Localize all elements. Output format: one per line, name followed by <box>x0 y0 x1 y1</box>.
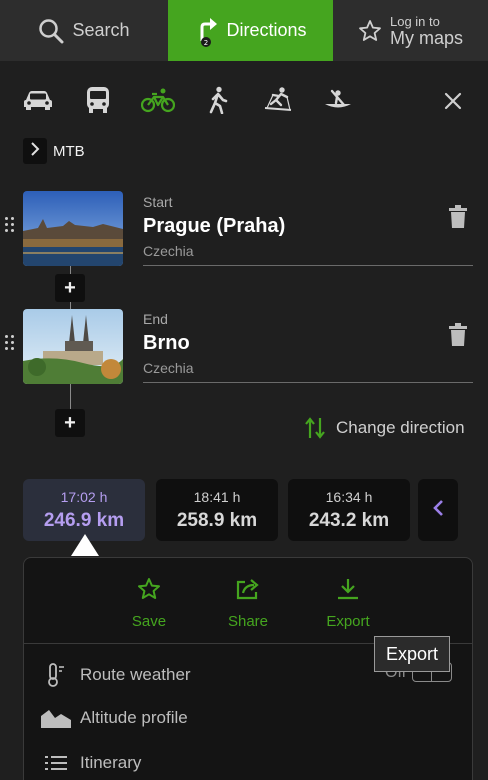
mode-bus[interactable] <box>80 84 116 120</box>
route-weather-row[interactable]: Route weather <box>40 663 191 687</box>
end-underline <box>143 382 473 383</box>
mode-walk[interactable] <box>200 84 236 120</box>
my-maps-label: My maps <box>389 27 463 48</box>
route-option-2[interactable]: 18:41 h 258.9 km <box>156 479 278 541</box>
route-distance: 243.2 km <box>308 510 390 531</box>
transport-modes <box>0 84 488 120</box>
tab-login-my-maps[interactable]: Log in to My maps <box>333 0 488 61</box>
swap-arrows-icon <box>304 416 326 440</box>
itinerary-label: Itinerary <box>80 753 142 772</box>
bike-icon <box>140 87 176 118</box>
end-place-name[interactable]: Brno <box>143 332 190 355</box>
search-icon <box>38 18 64 44</box>
mode-boat[interactable] <box>320 84 356 120</box>
share-label: Share <box>227 613 269 630</box>
route-distance: 258.9 km <box>176 510 258 531</box>
change-direction-button[interactable]: Change direction <box>304 416 465 440</box>
route-time: 16:34 h <box>325 489 373 505</box>
trash-icon <box>448 204 468 234</box>
trash-icon <box>448 322 468 352</box>
mode-ski[interactable] <box>260 84 296 120</box>
end-country: Czechia <box>143 360 194 376</box>
export-button[interactable]: Export <box>313 576 383 630</box>
delete-end-button[interactable] <box>446 322 470 352</box>
route-option-3[interactable]: 16:34 h 243.2 km <box>288 479 410 541</box>
list-icon <box>40 755 72 771</box>
star-icon <box>358 19 382 43</box>
tab-directions[interactable]: 2 Directions <box>168 0 333 61</box>
mode-car[interactable] <box>20 84 56 120</box>
drag-handle-end[interactable] <box>5 335 15 355</box>
save-button[interactable]: Save <box>114 576 184 630</box>
tab-directions-label: Directions <box>226 20 307 40</box>
itinerary-row[interactable]: Itinerary <box>40 753 141 773</box>
svg-text:2: 2 <box>204 39 208 47</box>
route-option-1[interactable]: 17:02 h 246.9 km <box>23 479 145 541</box>
route-weather-label: Route weather <box>80 665 191 684</box>
end-thumbnail <box>23 309 123 384</box>
route-time: 17:02 h <box>60 489 108 505</box>
mode-bike[interactable] <box>140 84 176 120</box>
tab-search[interactable]: Search <box>0 0 168 61</box>
start-thumbnail <box>23 191 123 266</box>
car-icon <box>22 88 54 117</box>
start-country: Czechia <box>143 243 194 259</box>
altitude-profile-label: Altitude profile <box>80 708 188 727</box>
routes-scroll-button[interactable] <box>418 479 458 541</box>
star-icon <box>114 576 184 602</box>
route-distance: 246.9 km <box>43 510 125 531</box>
login-small-text: Log in to <box>389 13 440 29</box>
start-place-name[interactable]: Prague (Praha) <box>143 215 285 238</box>
start-underline <box>143 265 473 266</box>
close-button[interactable] <box>438 88 468 118</box>
export-label: Export <box>326 613 370 630</box>
ski-icon <box>263 86 293 119</box>
end-role-label: End <box>143 311 168 327</box>
chevron-right-icon <box>30 141 40 161</box>
add-waypoint-button-2[interactable]: + <box>55 409 85 437</box>
close-icon <box>444 92 462 115</box>
add-waypoint-button-1[interactable]: + <box>55 274 85 302</box>
selected-route-pointer <box>71 534 99 556</box>
delete-start-button[interactable] <box>446 204 470 234</box>
profile-label[interactable]: MTB <box>53 143 85 160</box>
canoe-icon <box>323 87 353 118</box>
export-tooltip: Export <box>374 636 450 672</box>
chevron-left-icon <box>432 499 444 522</box>
directions-icon: 2 <box>194 15 218 47</box>
share-button[interactable]: Share <box>213 576 283 630</box>
save-label: Save <box>131 613 167 630</box>
route-time: 18:41 h <box>193 489 241 505</box>
profile-expand-button[interactable] <box>23 138 47 164</box>
start-role-label: Start <box>143 194 173 210</box>
share-icon <box>213 576 283 602</box>
walk-icon <box>208 86 228 119</box>
change-direction-label: Change direction <box>336 418 465 437</box>
altitude-profile-row[interactable]: Altitude profile <box>40 708 188 728</box>
tab-search-label: Search <box>72 20 130 40</box>
mountain-icon <box>40 708 72 728</box>
download-icon <box>313 576 383 602</box>
drag-handle-start[interactable] <box>5 217 15 237</box>
top-navigation: Search 2 Directions Log in to My maps <box>0 0 488 61</box>
thermometer-icon <box>40 663 72 687</box>
bus-icon <box>85 86 111 119</box>
route-connector <box>70 384 71 410</box>
